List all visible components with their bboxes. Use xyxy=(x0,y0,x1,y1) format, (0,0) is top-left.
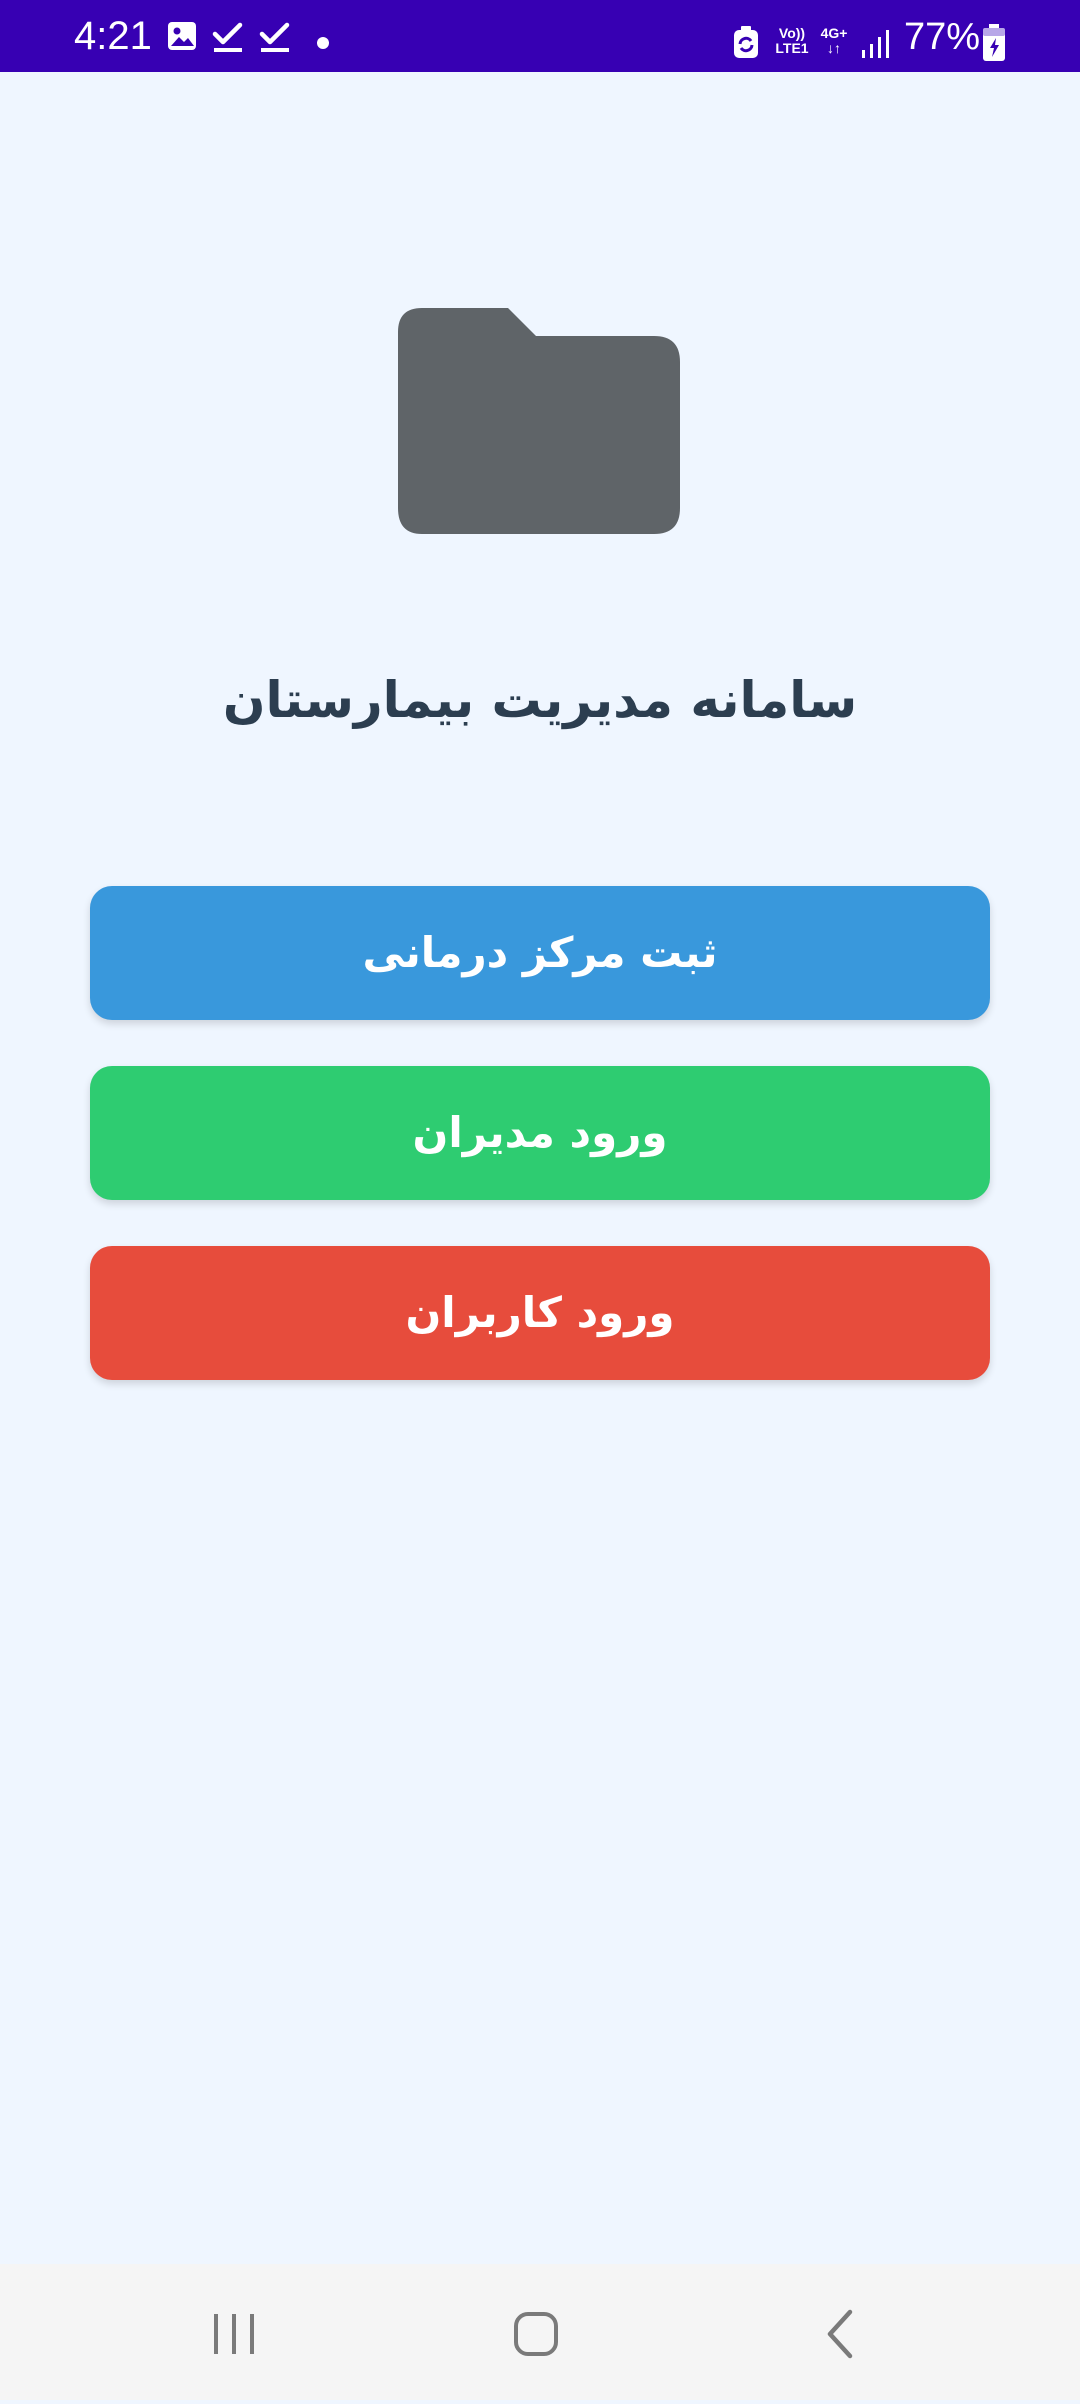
back-icon xyxy=(827,2309,853,2359)
check-icon xyxy=(259,22,290,52)
dot-icon xyxy=(317,37,329,49)
managers-login-button[interactable]: ورود مدیران xyxy=(90,1066,990,1200)
recent-apps-icon xyxy=(214,2314,254,2354)
home-button[interactable] xyxy=(476,2264,596,2400)
recent-apps-button[interactable] xyxy=(174,2264,294,2400)
gallery-icon xyxy=(168,22,196,50)
status-bar: 4:21 Vo)) LTE1 4G+ ↓↑ 77% xyxy=(0,0,1080,72)
signal-icon xyxy=(862,30,889,58)
check-icon xyxy=(212,22,243,52)
sync-icon xyxy=(734,26,758,58)
page-title: سامانه مدیریت بیمارستان xyxy=(222,671,858,729)
home-icon xyxy=(514,2312,558,2356)
battery-icon xyxy=(983,24,1005,61)
navigation-bar xyxy=(0,2264,1080,2400)
volte-indicator: Vo)) LTE1 xyxy=(775,25,809,56)
battery-percent: 77% xyxy=(904,16,981,58)
status-time: 4:21 xyxy=(74,14,152,58)
register-center-button[interactable]: ثبت مرکز درمانی xyxy=(90,886,990,1020)
back-button[interactable] xyxy=(778,2264,898,2400)
network-type-indicator: 4G+ ↓↑ xyxy=(820,25,848,56)
folder-icon xyxy=(398,308,680,534)
users-login-button[interactable]: ورود کاربران xyxy=(90,1246,990,1380)
